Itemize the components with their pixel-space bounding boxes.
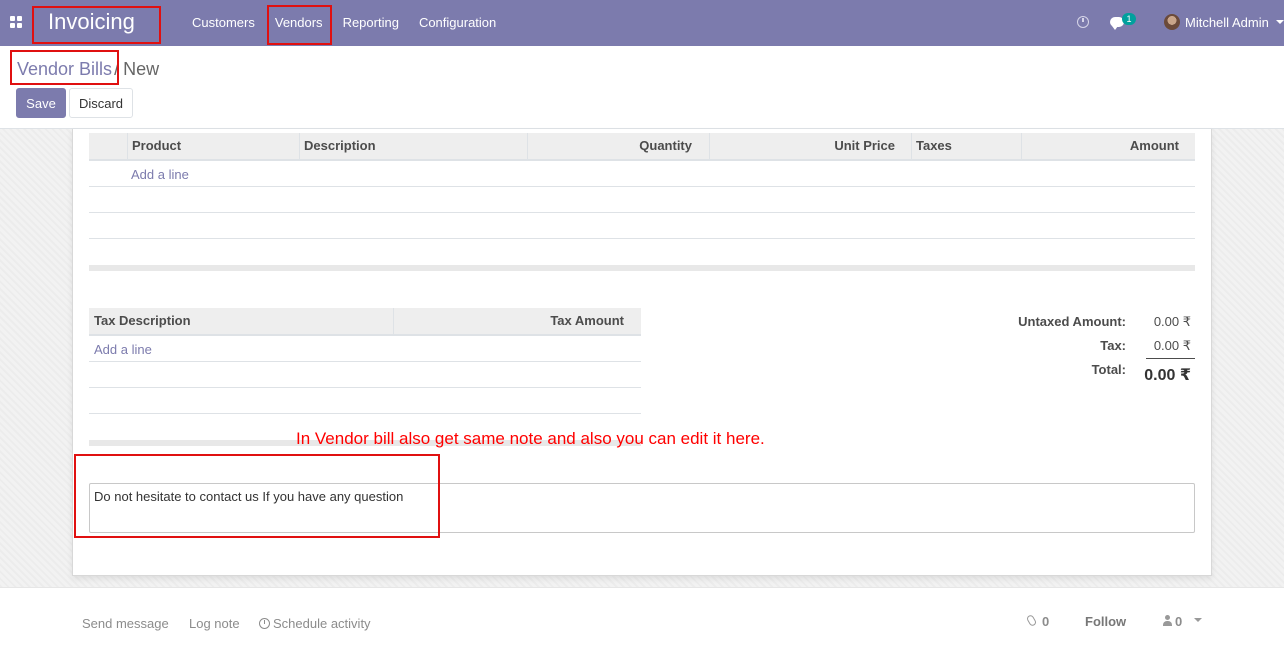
tax-lines-table: Tax Description Tax Amount Add a line xyxy=(89,308,641,446)
app-name[interactable]: Invoicing xyxy=(48,9,135,35)
menu-reporting[interactable]: Reporting xyxy=(333,0,409,46)
log-note-button[interactable]: Log note xyxy=(189,616,240,631)
apps-menu-icon[interactable] xyxy=(10,16,22,28)
annotation-text: In Vendor bill also get same note and al… xyxy=(296,429,765,448)
schedule-activity-label: Schedule activity xyxy=(273,616,371,631)
column-amount[interactable]: Amount xyxy=(1021,133,1195,159)
discard-button[interactable]: Discard xyxy=(69,88,133,118)
table-row xyxy=(89,388,641,414)
user-menu[interactable]: Mitchell Admin xyxy=(1185,15,1269,30)
table-row xyxy=(89,187,1195,213)
tax-lines-header: Tax Description Tax Amount xyxy=(89,308,641,336)
breadcrumb-vendor-bills[interactable]: Vendor Bills xyxy=(17,59,112,79)
breadcrumb: Vendor Bills / New xyxy=(17,59,159,80)
breadcrumb-current: New xyxy=(123,59,160,79)
activity-clock-icon[interactable] xyxy=(1077,16,1089,28)
total-value: 0.00 ₹ xyxy=(1144,367,1191,384)
schedule-activity-button[interactable]: Schedule activity xyxy=(259,616,371,631)
total-row: Total: 0.00 ₹ xyxy=(980,360,1195,384)
send-message-button[interactable]: Send message xyxy=(82,616,169,631)
table-row: Add a line xyxy=(89,336,641,362)
follow-button[interactable]: Follow xyxy=(1085,614,1126,629)
total-label: Total: xyxy=(1091,362,1126,377)
menu-customers[interactable]: Customers xyxy=(182,0,265,46)
invoice-lines-header: Product Description Quantity Unit Price … xyxy=(89,133,1195,161)
tax-label: Tax: xyxy=(1100,338,1126,353)
add-tax-line-link[interactable]: Add a line xyxy=(94,342,152,357)
column-description[interactable]: Description xyxy=(299,133,527,159)
menu-vendors[interactable]: Vendors xyxy=(265,0,333,46)
total-divider xyxy=(1146,358,1195,359)
follower-count[interactable]: 0 xyxy=(1175,614,1182,629)
column-tax-amount[interactable]: Tax Amount xyxy=(394,308,641,334)
clock-icon xyxy=(259,618,270,629)
invoice-lines-table: Product Description Quantity Unit Price … xyxy=(89,133,1195,271)
untaxed-amount-value: 0.00 ₹ xyxy=(1153,314,1191,329)
control-panel: Vendor Bills / New Save Discard xyxy=(0,46,1284,129)
column-unit-price[interactable]: Unit Price xyxy=(709,133,911,159)
main-menu: Customers Vendors Reporting Configuratio… xyxy=(182,0,506,46)
attachment-count[interactable]: 0 xyxy=(1042,614,1049,629)
column-taxes[interactable]: Taxes xyxy=(911,133,1021,159)
table-row xyxy=(89,362,641,388)
column-handle xyxy=(89,133,127,159)
save-button[interactable]: Save xyxy=(16,88,66,118)
narration-field[interactable]: Do not hesitate to contact us If you hav… xyxy=(89,483,1195,533)
top-navbar: Invoicing Customers Vendors Reporting Co… xyxy=(0,0,1284,46)
message-count-badge: 1 xyxy=(1122,13,1136,25)
untaxed-amount-row: Untaxed Amount: 0.00 ₹ xyxy=(980,312,1195,336)
table-row: Add a line xyxy=(89,161,1195,187)
breadcrumb-separator: / xyxy=(114,59,120,79)
column-quantity[interactable]: Quantity xyxy=(527,133,709,159)
untaxed-amount-label: Untaxed Amount: xyxy=(1018,314,1126,329)
user-avatar[interactable] xyxy=(1164,14,1180,30)
totals-summary: Untaxed Amount: 0.00 ₹ Tax: 0.00 ₹ Total… xyxy=(980,312,1195,384)
table-row xyxy=(89,213,1195,239)
tax-value: 0.00 ₹ xyxy=(1153,338,1191,353)
column-product[interactable]: Product xyxy=(127,133,299,159)
user-menu-caret-icon[interactable] xyxy=(1276,20,1284,24)
paperclip-icon[interactable] xyxy=(1025,613,1038,628)
followers-caret-icon[interactable] xyxy=(1194,618,1202,622)
chatter: Send message Log note Schedule activity … xyxy=(0,587,1284,669)
column-tax-description[interactable]: Tax Description xyxy=(89,308,394,334)
invoice-lines-footer xyxy=(89,265,1195,271)
add-invoice-line-link[interactable]: Add a line xyxy=(131,167,189,182)
tax-row: Tax: 0.00 ₹ xyxy=(980,336,1195,360)
followers-icon[interactable] xyxy=(1163,615,1172,626)
menu-configuration[interactable]: Configuration xyxy=(409,0,506,46)
